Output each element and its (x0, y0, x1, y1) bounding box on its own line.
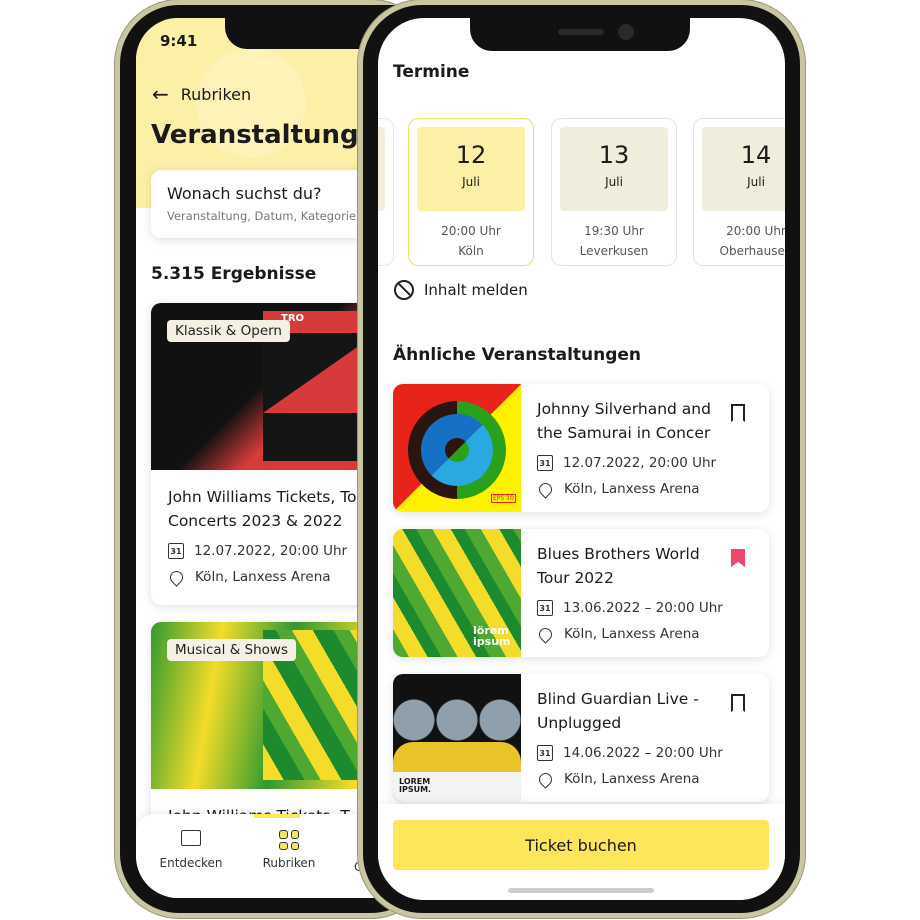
status-time: 9:41 (160, 32, 198, 50)
nav-rubriken[interactable]: Rubriken (254, 830, 324, 870)
calendar-icon: 31 (537, 600, 553, 616)
front-phone-screen: Termine 12 Juli 20:00 Uhr Köln 13 Juli 19:3… (378, 18, 785, 900)
calendar-icon: 31 (537, 455, 553, 471)
date-option-selected[interactable]: 12 Juli 20:00 Uhr Köln (408, 118, 534, 266)
chat-icon (181, 830, 201, 846)
event-poster: LOREM IPSUM. (393, 674, 521, 802)
location-pin-icon (536, 479, 555, 499)
category-tag: Musical & Shows (167, 639, 297, 661)
nav-entdecken[interactable]: Entdecken (156, 830, 226, 870)
calendar-icon: 31 (168, 543, 184, 559)
similar-event-card[interactable]: EPS 10 Johnny Silverhand and the Samurai… (393, 384, 769, 512)
front-notch (470, 5, 690, 51)
event-poster: EPS 10 (393, 384, 521, 512)
arrow-left-icon: ← (152, 82, 169, 106)
report-content-button[interactable]: Inhalt melden (394, 280, 528, 300)
back-button[interactable]: ← Rubriken (152, 82, 251, 106)
home-indicator (508, 888, 654, 893)
ticket-buchen-button[interactable]: Ticket buchen (393, 820, 769, 870)
bookmark-icon[interactable] (731, 404, 745, 422)
grid-icon (279, 830, 299, 850)
bookmark-icon[interactable] (731, 694, 745, 712)
event-poster: lörem ipsum (393, 529, 521, 657)
category-tag: Klassik & Opern (167, 320, 290, 342)
prohibited-icon (394, 280, 414, 300)
location-pin-icon (536, 624, 555, 644)
date-option[interactable]: 14Juli 20:00 UhrOberhausen (693, 118, 785, 266)
similar-title: Ähnliche Veranstaltungen (393, 345, 642, 365)
bookmark-filled-icon[interactable] (731, 549, 745, 567)
results-count: 5.315 Ergebnisse (151, 264, 317, 284)
similar-event-card[interactable]: lörem ipsum Blues Brothers World Tour 20… (393, 529, 769, 657)
location-pin-icon (536, 769, 555, 789)
location-pin-icon (167, 567, 186, 587)
similar-event-card[interactable]: LOREM IPSUM. Blind Guardian Live - Unplu… (393, 674, 769, 802)
termine-title: Termine (393, 62, 470, 82)
cta-bar: Ticket buchen (378, 804, 785, 900)
date-option[interactable] (378, 118, 394, 266)
date-option[interactable]: 13 Juli 19:30 Uhr Leverkusen (551, 118, 677, 266)
calendar-icon: 31 (537, 745, 553, 761)
